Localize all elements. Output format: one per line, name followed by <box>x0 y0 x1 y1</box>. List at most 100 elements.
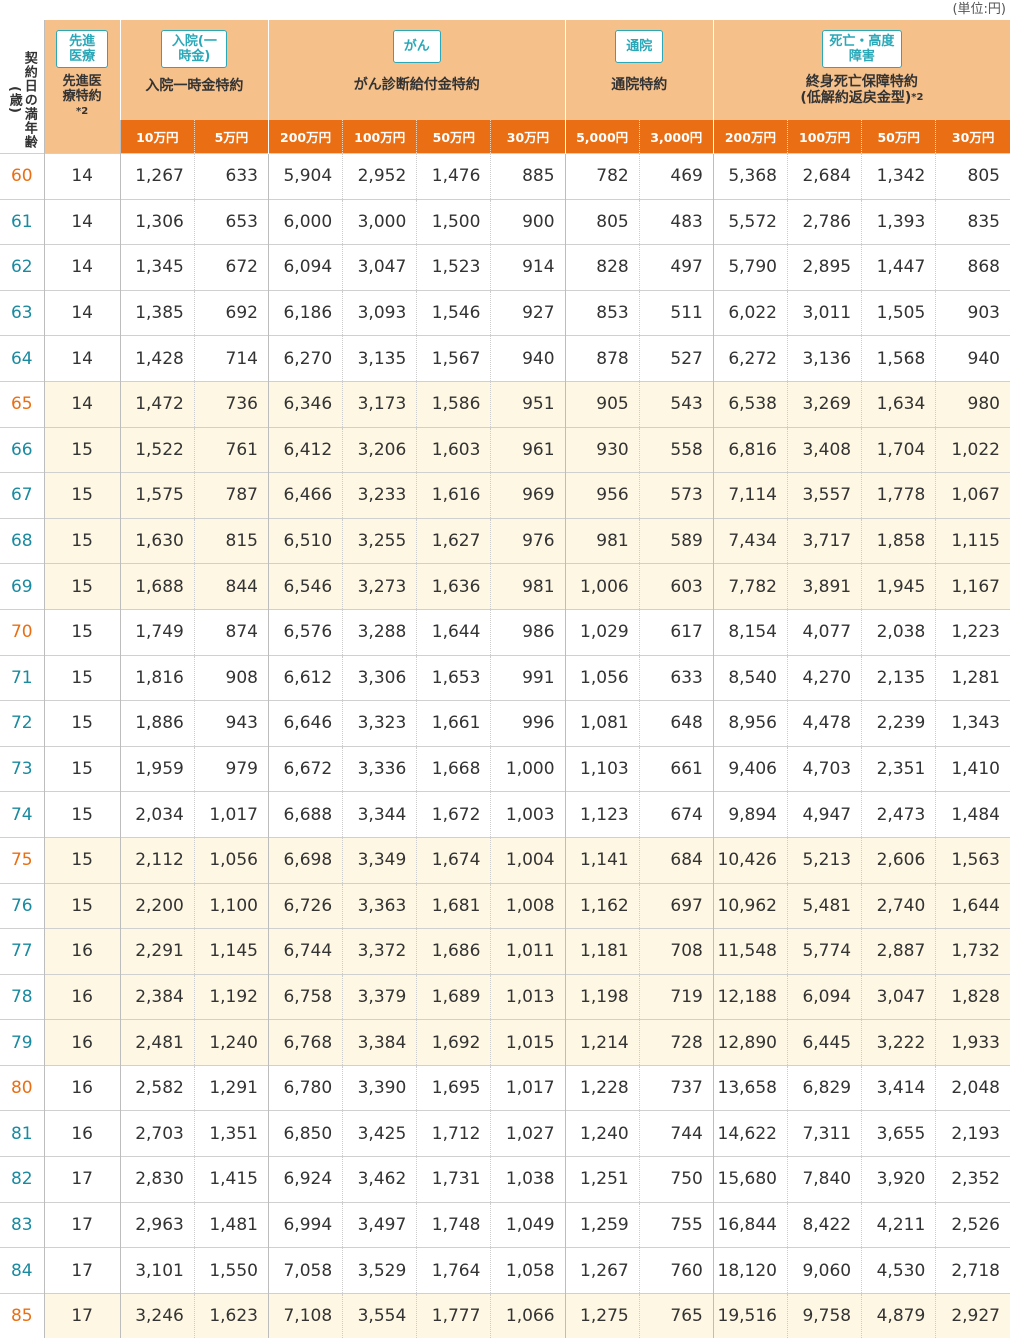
premium-cell: 6,924 <box>268 1156 344 1203</box>
table-row: 64 14 1,428 714 6,270 3,135 1,567 940 878 527 6,27… <box>0 335 1010 382</box>
premium-cell: 3,093 <box>342 289 418 336</box>
premium-cell: 3,425 <box>342 1110 418 1157</box>
premium-cell: 1,689 <box>416 973 492 1020</box>
age-cell: 78 <box>0 973 45 1020</box>
premium-cell: 1,167 <box>935 563 1010 610</box>
senshin-premium-cell: 16 <box>44 1110 121 1157</box>
table-row: 63 14 1,385 692 6,186 3,093 1,546 927 853 511 6,02… <box>0 289 1010 336</box>
premium-cell: 8,540 <box>713 654 788 701</box>
table-row: 67 15 1,575 787 6,466 3,233 1,616 969 956 573 7,11… <box>0 472 1010 519</box>
senshin-premium-cell: 14 <box>44 335 121 382</box>
premium-cell: 927 <box>490 289 566 336</box>
table-row: 69 15 1,688 844 6,546 3,273 1,636 981 1,006 603 7,… <box>0 563 1010 610</box>
premium-cell: 3,891 <box>787 563 863 610</box>
table-row: 82 17 2,830 1,415 6,924 3,462 1,731 1,038 1,251 7… <box>0 1156 1010 1203</box>
premium-cell: 6,270 <box>268 335 344 382</box>
premium-cell: 900 <box>490 198 566 245</box>
table-row: 78 16 2,384 1,192 6,758 3,379 1,689 1,013 1,198 7… <box>0 973 1010 1020</box>
premium-cell: 672 <box>194 244 270 291</box>
premium-cell: 6,186 <box>268 289 344 336</box>
premium-cell: 3,136 <box>787 335 863 382</box>
premium-cell: 940 <box>935 335 1010 382</box>
premium-cell: 1,634 <box>861 380 937 428</box>
premium-cell: 1,393 <box>861 198 937 245</box>
premium-cell: 9,406 <box>713 745 788 792</box>
premium-cell: 744 <box>639 1110 714 1157</box>
premium-cell: 1,223 <box>935 608 1010 656</box>
age-cell: 70 <box>0 608 45 656</box>
senshin-label: 先進医療特約 *2 <box>57 74 107 119</box>
premium-cell: 1,240 <box>565 1110 640 1157</box>
premium-cell: 755 <box>639 1201 714 1248</box>
premium-cell: 3,101 <box>120 1247 195 1294</box>
premium-cell: 760 <box>639 1247 714 1294</box>
table-row: 79 16 2,481 1,240 6,768 3,384 1,692 1,015 1,214 7… <box>0 1019 1010 1066</box>
premium-cell: 1,764 <box>416 1247 492 1294</box>
premium-cell: 6,612 <box>268 654 344 701</box>
premium-cell: 736 <box>194 380 270 428</box>
premium-cell: 878 <box>565 335 640 382</box>
premium-cell: 6,272 <box>713 335 788 382</box>
premium-cell: 908 <box>194 654 270 701</box>
table-row: 74 15 2,034 1,017 6,688 3,344 1,672 1,003 1,123 6… <box>0 791 1010 838</box>
premium-cell: 2,193 <box>935 1110 1010 1157</box>
premium-cell: 6,768 <box>268 1019 344 1066</box>
premium-cell: 761 <box>194 426 270 473</box>
premium-cell: 6,538 <box>713 380 788 428</box>
premium-cell: 1,704 <box>861 426 937 473</box>
nyuin-label: 入院一時金特約 <box>145 78 244 94</box>
sub-header-cell: 50万円 <box>861 120 937 154</box>
premium-cell: 1,522 <box>120 426 195 473</box>
sub-header-cell: 30万円 <box>935 120 1010 154</box>
premium-cell: 6,744 <box>268 928 344 975</box>
age-cell: 74 <box>0 791 45 838</box>
premium-cell: 1,586 <box>416 380 492 428</box>
premium-cell: 2,351 <box>861 745 937 792</box>
premium-cell: 11,548 <box>713 928 788 975</box>
premium-cell: 956 <box>565 472 640 519</box>
premium-cell: 6,576 <box>268 608 344 656</box>
premium-cell: 1,291 <box>194 1064 270 1111</box>
table-row: 70 15 1,749 874 6,576 3,288 1,644 986 1,029 617 8,… <box>0 608 1010 656</box>
premium-cell: 1,886 <box>120 700 195 747</box>
senshin-premium-cell: 15 <box>44 745 121 792</box>
premium-cell: 2,135 <box>861 654 937 701</box>
premium-cell: 3,344 <box>342 791 418 838</box>
premium-cell: 7,434 <box>713 517 788 564</box>
premium-cell: 905 <box>565 380 640 428</box>
premium-cell: 1,749 <box>120 608 195 656</box>
premium-cell: 815 <box>194 517 270 564</box>
premium-cell: 3,269 <box>787 380 863 428</box>
premium-cell: 6,510 <box>268 517 344 564</box>
premium-cell: 4,947 <box>787 791 863 838</box>
premium-cell: 868 <box>935 244 1010 291</box>
premium-cell: 1,686 <box>416 928 492 975</box>
table-row: 75 15 2,112 1,056 6,698 3,349 1,674 1,004 1,141 6… <box>0 836 1010 883</box>
premium-cell: 1,081 <box>565 700 640 747</box>
sub-header-cell: 100万円 <box>787 120 863 154</box>
premium-cell: 6,726 <box>268 882 344 929</box>
premium-cell: 1,141 <box>565 836 640 883</box>
senshin-premium-cell: 15 <box>44 836 121 883</box>
premium-cell: 714 <box>194 335 270 382</box>
premium-cell: 979 <box>194 745 270 792</box>
premium-cell: 835 <box>935 198 1010 245</box>
premium-cell: 558 <box>639 426 714 473</box>
premium-cell: 874 <box>194 608 270 656</box>
premium-cell: 1,145 <box>194 928 270 975</box>
premium-cell: 12,188 <box>713 973 788 1020</box>
age-cell: 71 <box>0 654 45 701</box>
premium-cell: 7,840 <box>787 1156 863 1203</box>
premium-cell: 1,732 <box>935 928 1010 975</box>
premium-cell: 6,829 <box>787 1064 863 1111</box>
premium-cell: 543 <box>639 380 714 428</box>
premium-cell: 3,206 <box>342 426 418 473</box>
table-row: 85 17 3,246 1,623 7,108 3,554 1,777 1,066 1,275 7… <box>0 1292 1010 1339</box>
premium-cell: 1,017 <box>490 1064 566 1111</box>
premium-cell: 914 <box>490 244 566 291</box>
premium-cell: 1,410 <box>935 745 1010 792</box>
premium-cell: 3,462 <box>342 1156 418 1203</box>
sub-header-cell: 200万円 <box>268 120 344 154</box>
premium-cell: 1,259 <box>565 1201 640 1248</box>
table-body: 60 14 1,267 633 5,904 2,952 1,476 885 782 469 5,36… <box>0 153 1010 1339</box>
